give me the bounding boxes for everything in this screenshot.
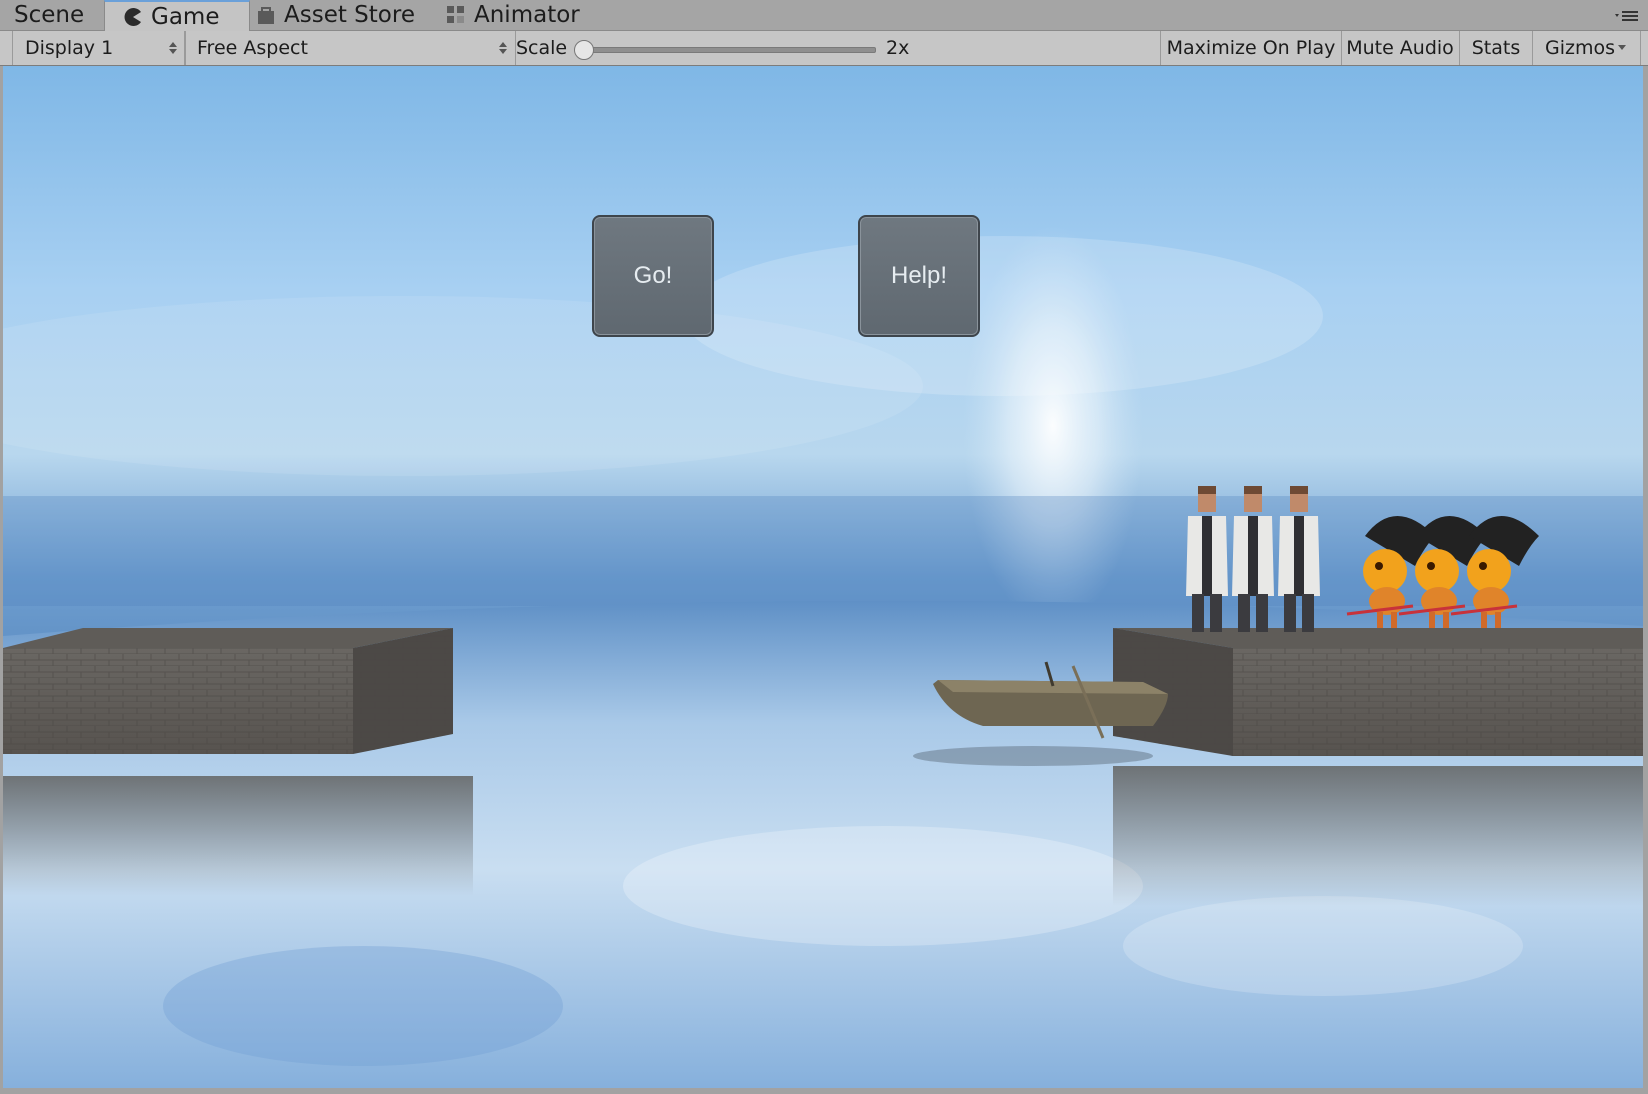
tab-asset-store[interactable]: Asset Store <box>256 0 415 30</box>
game-viewport[interactable]: Go! Help! <box>3 66 1643 1088</box>
tab-scene-label: Scene <box>14 2 85 28</box>
water-highlight <box>623 826 1143 946</box>
maximize-on-play-toggle[interactable]: Maximize On Play <box>1160 31 1342 65</box>
pacman-icon <box>123 7 143 27</box>
water-ripple <box>1123 896 1523 996</box>
store-bag-icon <box>256 5 276 25</box>
help-button[interactable]: Help! <box>858 215 980 337</box>
tab-asset-store-label: Asset Store <box>284 2 415 28</box>
animator-nodes-icon <box>446 5 466 25</box>
right-bank-reflection <box>1113 766 1643 906</box>
right-bank <box>1113 628 1643 906</box>
chevron-down-icon <box>1618 45 1626 50</box>
gizmos-dropdown[interactable]: Gizmos <box>1533 31 1641 65</box>
mute-audio-toggle[interactable]: Mute Audio <box>1341 31 1460 65</box>
updown-arrows-icon <box>169 40 177 56</box>
go-button[interactable]: Go! <box>592 215 714 337</box>
left-bank-reflection <box>3 776 473 896</box>
tab-scene[interactable]: Scene <box>14 0 84 30</box>
scale-slider-track[interactable] <box>582 47 876 53</box>
editor-tab-bar: Scene Game Asset Store Animator <box>0 0 1648 32</box>
stats-toggle[interactable]: Stats <box>1460 31 1533 65</box>
display-dropdown-label: Display 1 <box>25 37 114 59</box>
boat-reflection <box>913 746 1153 766</box>
tab-game[interactable]: Game <box>104 0 250 32</box>
aspect-dropdown[interactable]: Free Aspect <box>184 31 516 65</box>
updown-arrows-icon <box>499 40 507 56</box>
tab-animator[interactable]: Animator <box>446 0 580 30</box>
aspect-dropdown-label: Free Aspect <box>197 37 308 59</box>
scale-slider-thumb[interactable] <box>574 40 594 60</box>
tab-menu-icon[interactable] <box>1614 8 1640 22</box>
scale-label: Scale <box>516 31 576 65</box>
maximize-on-play-label: Maximize On Play <box>1166 37 1336 59</box>
tab-animator-label: Animator <box>474 2 580 28</box>
right-bank-front-bricks <box>1233 648 1643 756</box>
stats-label: Stats <box>1471 37 1521 59</box>
left-bank-front-bricks <box>3 648 353 754</box>
devils-group <box>1346 516 1539 628</box>
left-bank-side-bricks <box>353 628 453 754</box>
mute-audio-label: Mute Audio <box>1346 37 1454 59</box>
scale-label-text: Scale <box>516 37 568 59</box>
scale-value: 2x <box>886 31 946 65</box>
scale-value-text: 2x <box>886 37 910 59</box>
gizmos-label: Gizmos <box>1545 37 1616 59</box>
game-scene-render <box>3 226 1643 1088</box>
display-dropdown[interactable]: Display 1 <box>12 31 186 65</box>
tab-game-label: Game <box>151 4 220 30</box>
water-ripple <box>163 946 563 1066</box>
